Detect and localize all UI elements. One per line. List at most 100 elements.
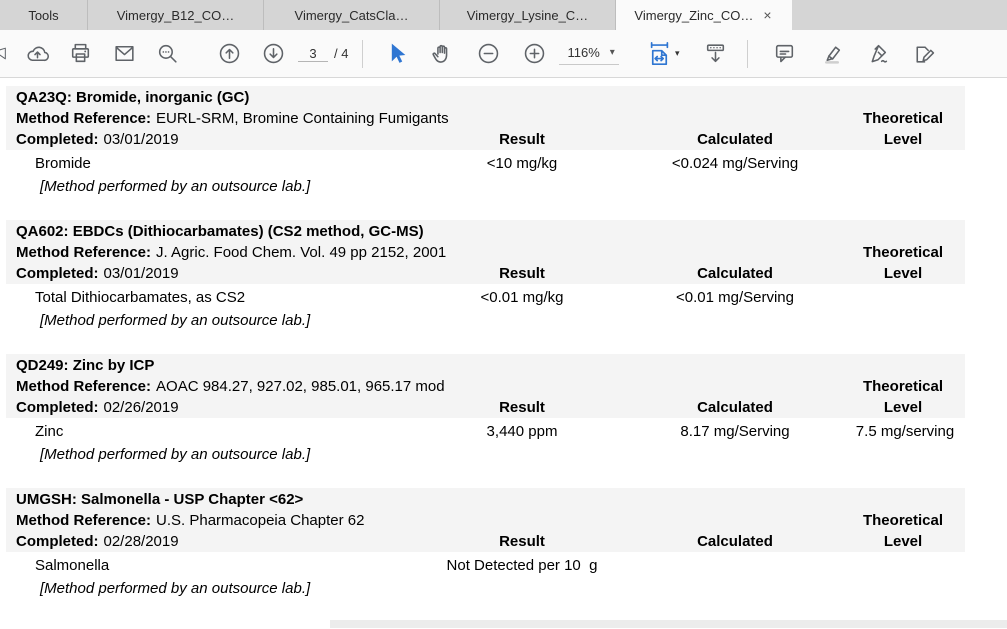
method-reference-value: J. Agric. Food Chem. Vol. 49 pp 2152, 20… [156,244,446,261]
column-header-calculated: Calculated [697,399,773,416]
method-reference-value: AOAC 984.27, 927.02, 985.01, 965.17 mod [156,378,445,395]
close-icon[interactable]: × [761,8,773,22]
section-header: QA23Q: Bromide, inorganic (GC) Method Re… [6,86,965,150]
page-number-input[interactable] [298,46,328,62]
section-header: UMGSH: Salmonella - USP Chapter <62> Met… [6,488,965,552]
page-navigation: / 4 [298,46,348,62]
toolbar-divider [747,40,748,68]
scrolling-mode-icon[interactable] [701,37,731,71]
analyte-name: Zinc [35,423,63,440]
chevron-down-icon: ▾ [610,47,615,58]
sign-icon[interactable] [863,37,893,71]
method-reference-line: Method Reference: EURL-SRM, Bromine Conta… [16,110,449,127]
test-section-zinc: QD249: Zinc by ICP Method Reference: AOAC… [0,354,1007,468]
tab-label: Vimergy_B12_CO… [117,8,235,23]
analyte-name: Bromide [35,155,91,172]
column-header-level: Level [884,265,922,282]
method-reference-label: Method Reference: [16,378,151,395]
zoom-in-icon[interactable] [519,37,549,71]
tab-bar: Tools Vimergy_B12_CO… Vimergy_CatsCla… V… [0,0,1007,30]
method-reference-value: EURL-SRM, Bromine Containing Fumigants [156,110,449,127]
column-header-calculated: Calculated [697,533,773,550]
email-icon[interactable] [109,37,139,71]
column-header-result: Result [499,265,545,282]
previous-page-icon[interactable] [214,37,244,71]
hand-tool-icon[interactable] [427,37,457,71]
test-section-ebdcs: QA602: EBDCs (Dithiocarbamates) (CS2 met… [0,220,1007,334]
result-value: Not Detected per 10 g [447,557,598,574]
cloud-upload-icon[interactable] [22,37,52,71]
method-reference-label: Method Reference: [16,110,151,127]
tab-vimergy-lysine[interactable]: Vimergy_Lysine_C… [440,0,616,30]
tab-vimergy-catscla[interactable]: Vimergy_CatsCla… [264,0,440,30]
column-header-level: Level [884,533,922,550]
next-page-icon[interactable] [258,37,288,71]
bookmark-partial-icon[interactable] [0,37,12,71]
table-row: Zinc 3,440 ppm 8.17 mg/Serving 7.5 mg/se… [0,418,1007,444]
section-header: QD249: Zinc by ICP Method Reference: AOAC… [6,354,965,418]
column-header-level: Level [884,131,922,148]
completed-line: Completed:02/26/2019 [16,399,179,416]
column-header-theoretical: Theoretical [863,512,943,529]
completed-line: Completed:03/01/2019 [16,265,179,282]
completed-line: Completed:02/28/2019 [16,533,179,550]
outsource-lab-note: [Method performed by an outsource lab.] [40,310,1007,334]
outsource-lab-note: [Method performed by an outsource lab.] [40,578,1007,602]
method-reference-value: U.S. Pharmacopeia Chapter 62 [156,512,364,529]
column-header-result: Result [499,533,545,550]
calculated-value: <0.024 mg/Serving [672,155,798,172]
test-section-salmonella: UMGSH: Salmonella - USP Chapter <62> Met… [0,488,1007,602]
column-header-result: Result [499,399,545,416]
method-reference-line: Method Reference: AOAC 984.27, 927.02, 98… [16,378,445,395]
toolbar: / 4 116% ▾ ▾ [0,30,1007,78]
tab-label: Vimergy_CatsCla… [295,8,409,23]
result-value: <0.01 mg/kg [481,289,564,306]
table-row: Bromide <10 mg/kg <0.024 mg/Serving [0,150,1007,176]
section-title: QA602: EBDCs (Dithiocarbamates) (CS2 met… [16,223,424,240]
toolbar-divider [362,40,363,68]
zoom-level-dropdown[interactable]: 116% ▾ [559,43,618,65]
column-header-theoretical: Theoretical [863,378,943,395]
tab-label: Tools [28,8,58,23]
search-icon[interactable] [152,37,182,71]
fit-width-icon[interactable]: ▾ [643,37,683,71]
column-header-theoretical: Theoretical [863,110,943,127]
select-tool-icon[interactable] [381,37,411,71]
outsource-lab-note: [Method performed by an outsource lab.] [40,176,1007,200]
column-header-calculated: Calculated [697,265,773,282]
zoom-out-icon[interactable] [473,37,503,71]
completed-label: Completed: [16,265,99,282]
method-reference-line: Method Reference: U.S. Pharmacopeia Chapt… [16,512,364,529]
column-header-level: Level [884,399,922,416]
column-header-theoretical: Theoretical [863,244,943,261]
completed-line: Completed:03/01/2019 [16,131,179,148]
tab-bar-spacer [792,0,1007,30]
column-header-result: Result [499,131,545,148]
table-row: Total Dithiocarbamates, as CS2 <0.01 mg/… [0,284,1007,310]
chevron-down-icon: ▾ [675,48,680,59]
method-reference-line: Method Reference: J. Agric. Food Chem. Vo… [16,244,446,261]
calculated-value: 8.17 mg/Serving [680,423,789,440]
completed-value: 02/28/2019 [104,533,179,550]
tab-vimergy-zinc[interactable]: Vimergy_Zinc_CO… × [616,0,792,30]
result-value: <10 mg/kg [487,155,557,172]
zoom-level-value: 116% [567,45,599,60]
pdf-document-view: QA23Q: Bromide, inorganic (GC) Method Re… [0,78,1007,628]
tab-vimergy-b12[interactable]: Vimergy_B12_CO… [88,0,264,30]
fill-sign-icon[interactable] [909,37,939,71]
tab-label: Vimergy_Lysine_C… [467,8,588,23]
calculated-value: <0.01 mg/Serving [676,289,794,306]
table-row: Salmonella Not Detected per 10 g [0,552,1007,578]
print-icon[interactable] [65,37,95,71]
method-reference-label: Method Reference: [16,244,151,261]
page-total: / 4 [334,46,348,61]
section-title: UMGSH: Salmonella - USP Chapter <62> [16,491,303,508]
section-title: QD249: Zinc by ICP [16,357,154,374]
comment-icon[interactable] [770,37,800,71]
method-reference-label: Method Reference: [16,512,151,529]
tab-label: Vimergy_Zinc_CO… [634,8,753,23]
highlight-icon[interactable] [817,37,847,71]
analyte-name: Salmonella [35,557,109,574]
tab-tools[interactable]: Tools [0,0,88,30]
completed-value: 03/01/2019 [104,131,179,148]
